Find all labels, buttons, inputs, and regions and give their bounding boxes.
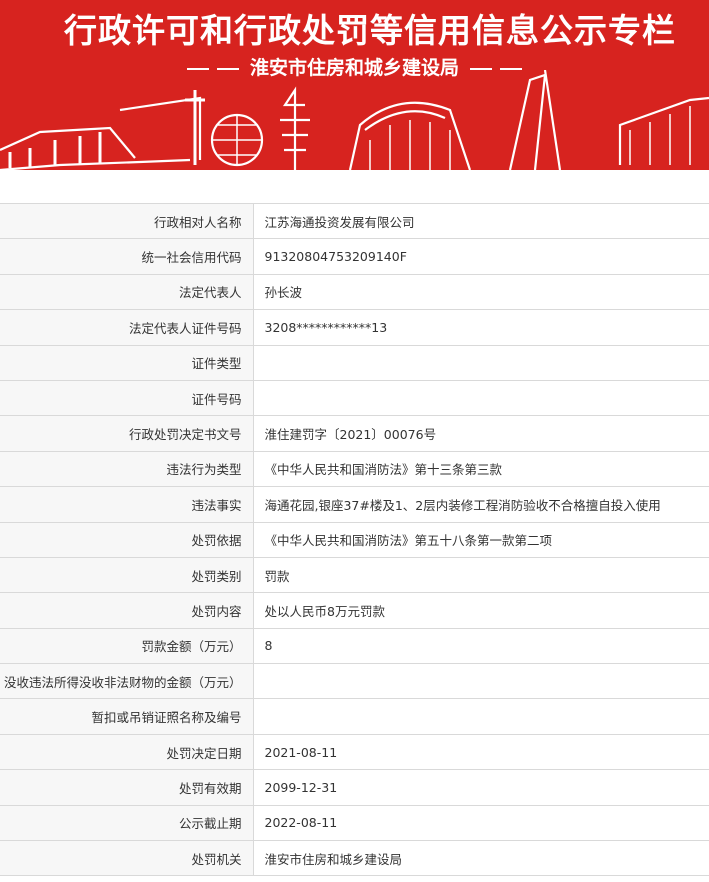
table-row: 行政处罚决定书文号 淮住建罚字〔2021〕00076号 bbox=[0, 415, 709, 452]
table-row: 公示截止期 2022-08-11 bbox=[0, 804, 709, 842]
table-row: 行政相对人名称 江苏海通投资发展有限公司 bbox=[0, 202, 709, 240]
field-value: 淮安市住房和城乡建设局 bbox=[253, 840, 709, 877]
table-row: 罚款金额（万元） 8 bbox=[0, 627, 709, 665]
table-row: 法定代表人 孙长波 bbox=[0, 273, 709, 311]
field-value bbox=[253, 663, 709, 700]
table-row: 违法事实 海通花园,银座37#楼及1、2层内装修工程消防验收不合格擅自投入使用 bbox=[0, 486, 709, 523]
table-row: 处罚决定日期 2021-08-11 bbox=[0, 733, 709, 771]
field-value: 2099-12-31 bbox=[253, 769, 709, 806]
field-label: 处罚类别 bbox=[0, 556, 254, 594]
header-banner: 行政许可和行政处罚等信用信息公示专栏 淮安市住房和城乡建设局 bbox=[0, 0, 709, 185]
field-value: 3208************13 bbox=[253, 309, 709, 346]
banner-gap bbox=[0, 185, 709, 203]
field-label: 处罚内容 bbox=[0, 592, 254, 629]
field-value: 海通花园,银座37#楼及1、2层内装修工程消防验收不合格擅自投入使用 bbox=[253, 486, 709, 523]
field-value: 淮住建罚字〔2021〕00076号 bbox=[253, 415, 709, 452]
field-label: 法定代表人 bbox=[0, 273, 254, 311]
field-value: 《中华人民共和国消防法》第五十八条第一款第二项 bbox=[253, 521, 709, 558]
field-label: 处罚依据 bbox=[0, 521, 254, 558]
table-row: 暂扣或吊销证照名称及编号 bbox=[0, 698, 709, 735]
table-row: 处罚内容 处以人民币8万元罚款 bbox=[0, 592, 709, 629]
field-label: 行政处罚决定书文号 bbox=[0, 415, 254, 452]
field-value: 孙长波 bbox=[253, 273, 709, 311]
field-value: 2021-08-11 bbox=[253, 733, 709, 771]
field-value: 8 bbox=[253, 627, 709, 665]
field-label: 法定代表人证件号码 bbox=[0, 309, 254, 346]
field-value: 处以人民币8万元罚款 bbox=[253, 592, 709, 629]
table-row: 处罚有效期 2099-12-31 bbox=[0, 769, 709, 806]
field-value: 2022-08-11 bbox=[253, 804, 709, 842]
field-label: 罚款金额（万元） bbox=[0, 627, 254, 665]
table-row: 处罚依据 《中华人民共和国消防法》第五十八条第一款第二项 bbox=[0, 521, 709, 558]
field-value: 江苏海通投资发展有限公司 bbox=[253, 202, 709, 240]
field-label: 行政相对人名称 bbox=[0, 202, 254, 240]
field-label: 违法事实 bbox=[0, 486, 254, 523]
field-label: 处罚机关 bbox=[0, 840, 254, 877]
city-skyline-illustration bbox=[0, 70, 709, 185]
table-row: 违法行为类型 《中华人民共和国消防法》第十三条第三款 bbox=[0, 450, 709, 488]
table-row: 没收违法所得没收非法财物的金额（万元） bbox=[0, 663, 709, 700]
banner-title: 行政许可和行政处罚等信用信息公示专栏 bbox=[64, 11, 676, 50]
penalty-info-body: 行政相对人名称 江苏海通投资发展有限公司 统一社会信用代码 9132080475320… bbox=[0, 202, 709, 877]
field-label: 暂扣或吊销证照名称及编号 bbox=[0, 698, 254, 735]
field-value bbox=[253, 698, 709, 735]
field-label: 统一社会信用代码 bbox=[0, 238, 254, 275]
field-value: 罚款 bbox=[253, 556, 709, 594]
table-row: 处罚类别 罚款 bbox=[0, 556, 709, 594]
field-value: 《中华人民共和国消防法》第十三条第三款 bbox=[253, 450, 709, 488]
table-row: 证件类型 bbox=[0, 344, 709, 381]
field-value bbox=[253, 379, 709, 417]
field-label: 处罚有效期 bbox=[0, 769, 254, 806]
field-label: 证件类型 bbox=[0, 344, 254, 381]
field-label: 证件号码 bbox=[0, 379, 254, 417]
field-value bbox=[253, 344, 709, 381]
field-value: 91320804753209140F bbox=[253, 238, 709, 275]
penalty-info-table: 行政相对人名称 江苏海通投资发展有限公司 统一社会信用代码 9132080475320… bbox=[0, 202, 709, 877]
field-label: 处罚决定日期 bbox=[0, 733, 254, 771]
field-label: 公示截止期 bbox=[0, 804, 254, 842]
table-row: 统一社会信用代码 91320804753209140F bbox=[0, 238, 709, 275]
table-row: 处罚机关 淮安市住房和城乡建设局 bbox=[0, 840, 709, 877]
table-row: 证件号码 bbox=[0, 379, 709, 417]
field-label: 没收违法所得没收非法财物的金额（万元） bbox=[0, 663, 254, 700]
table-row: 法定代表人证件号码 3208************13 bbox=[0, 309, 709, 346]
field-label: 违法行为类型 bbox=[0, 450, 254, 488]
